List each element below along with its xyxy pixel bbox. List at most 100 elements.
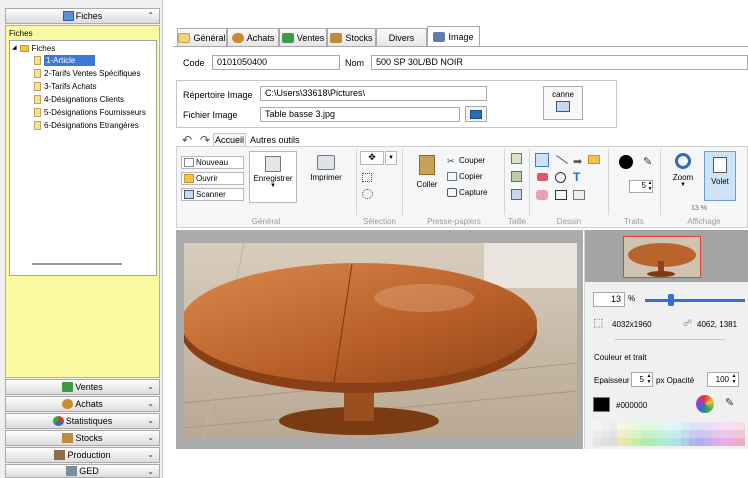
resize-icon[interactable]	[511, 153, 522, 164]
image-preview[interactable]	[184, 243, 577, 438]
palette-swatch[interactable]	[713, 430, 721, 438]
palette-swatch[interactable]	[697, 422, 705, 430]
rectangle-tool-icon[interactable]	[555, 190, 567, 200]
fill-tool-icon[interactable]	[536, 190, 548, 200]
tree-item-6[interactable]: 6-Désignations Etrangères	[34, 120, 139, 131]
palette-swatch[interactable]	[593, 422, 601, 430]
palette-swatch[interactable]	[673, 438, 681, 446]
palette-swatch[interactable]	[625, 422, 633, 430]
eraser-tool-icon[interactable]	[537, 173, 548, 181]
palette-swatch[interactable]	[689, 430, 697, 438]
imprimer-button[interactable]: Imprimer	[304, 151, 348, 195]
fiches-tree[interactable]: ◢ Fiches 1-Article 2-Tarifs Ventes Spéci…	[9, 40, 157, 276]
palette-swatch[interactable]	[737, 430, 745, 438]
palette-swatch[interactable]	[673, 422, 681, 430]
rotate-icon[interactable]	[511, 189, 522, 200]
color-palette[interactable]	[593, 422, 745, 446]
palette-swatch[interactable]	[593, 438, 601, 446]
palette-swatch[interactable]	[681, 430, 689, 438]
tree-item-5[interactable]: 5-Désignations Fournisseurs	[34, 107, 146, 118]
ouvrir-button[interactable]: Ouvrir	[181, 172, 244, 185]
palette-swatch[interactable]	[665, 430, 673, 438]
epaisseur-spinner[interactable]: ▲ ▼	[646, 373, 652, 386]
palette-swatch[interactable]	[601, 422, 609, 430]
palette-swatch[interactable]	[713, 438, 721, 446]
note-tool-icon[interactable]	[588, 155, 600, 164]
nouveau-button[interactable]: Nouveau	[181, 156, 244, 169]
tree-item-1[interactable]: 1-Article	[34, 55, 96, 66]
palette-swatch[interactable]	[649, 438, 657, 446]
palette-swatch[interactable]	[697, 430, 705, 438]
panel-divider[interactable]	[615, 339, 725, 340]
palette-swatch[interactable]	[721, 430, 729, 438]
tree-splitter[interactable]	[32, 263, 122, 265]
sidebar-item-ged[interactable]: GED ⌄	[5, 464, 160, 478]
sidebar-item-production[interactable]: Production ⌄	[5, 447, 160, 463]
ellipse-tool-icon[interactable]	[555, 172, 566, 183]
thumbnail-preview[interactable]	[623, 236, 701, 278]
sidebar-item-achats[interactable]: Achats ⌄	[5, 396, 160, 412]
copier-button[interactable]: Copier	[447, 172, 483, 181]
volet-button[interactable]: Volet	[704, 151, 736, 201]
code-field[interactable]: 0101050400	[212, 55, 340, 70]
ribbon-tab-autres-outils[interactable]: Autres outils	[250, 135, 300, 145]
palette-swatch[interactable]	[705, 430, 713, 438]
tab-divers[interactable]: Divers	[376, 28, 427, 46]
palette-swatch[interactable]	[641, 430, 649, 438]
eyedropper-icon[interactable]: ✎	[725, 396, 734, 409]
lasso-select-icon[interactable]	[362, 189, 373, 199]
arrow-tool-icon[interactable]: ➡	[573, 155, 582, 168]
palette-swatch[interactable]	[593, 430, 601, 438]
palette-swatch[interactable]	[665, 422, 673, 430]
expand-icon[interactable]: ◢	[12, 43, 17, 54]
undo-icon[interactable]: ↶	[182, 133, 192, 147]
palette-swatch[interactable]	[641, 422, 649, 430]
sidebar-item-ventes[interactable]: Ventes ⌄	[5, 379, 160, 395]
browse-button[interactable]	[465, 106, 487, 122]
palette-swatch[interactable]	[721, 438, 729, 446]
tree-item-2[interactable]: 2-Tarifs Ventes Spécifiques	[34, 68, 141, 79]
scanner-button[interactable]: canne	[543, 86, 583, 120]
tab-ventes[interactable]: Ventes	[279, 28, 327, 46]
pencil-tool-icon[interactable]	[535, 153, 549, 167]
palette-swatch[interactable]	[729, 422, 737, 430]
palette-swatch[interactable]	[705, 438, 713, 446]
sidebar-item-statistiques[interactable]: Statistiques ⌄	[5, 413, 160, 429]
palette-swatch[interactable]	[737, 438, 745, 446]
tree-item-3[interactable]: 3-Tarifs Achats	[34, 81, 96, 92]
palette-swatch[interactable]	[633, 422, 641, 430]
palette-swatch[interactable]	[697, 438, 705, 446]
redo-icon[interactable]: ↷	[200, 133, 210, 147]
zoom-button[interactable]: Zoom ▼	[667, 151, 699, 205]
select-tool-button[interactable]: ✥	[360, 151, 384, 165]
palette-swatch[interactable]	[641, 438, 649, 446]
tree-item-4[interactable]: 4-Désignations Clients	[34, 94, 124, 105]
brush-size-icon[interactable]	[619, 155, 633, 169]
palette-swatch[interactable]	[617, 438, 625, 446]
zoom-slider-track[interactable]	[645, 299, 745, 302]
palette-swatch[interactable]	[689, 438, 697, 446]
fiches-header-button[interactable]: Fiches ⌃	[5, 8, 160, 24]
image-insert-icon[interactable]	[573, 190, 585, 200]
line-width-spinner[interactable]: ▲ ▼	[647, 180, 653, 193]
nom-field[interactable]: 500 SP 30L/BD NOIR	[371, 55, 748, 70]
palette-swatch[interactable]	[729, 438, 737, 446]
tab-general[interactable]: Général	[177, 28, 227, 46]
palette-swatch[interactable]	[657, 422, 665, 430]
palette-swatch[interactable]	[609, 430, 617, 438]
palette-swatch[interactable]	[673, 430, 681, 438]
chevron-down-icon[interactable]: ⌄	[147, 433, 154, 442]
palette-swatch[interactable]	[665, 438, 673, 446]
palette-swatch[interactable]	[681, 422, 689, 430]
tree-root[interactable]: ◢ Fiches	[12, 43, 55, 54]
palette-swatch[interactable]	[657, 438, 665, 446]
palette-swatch[interactable]	[649, 422, 657, 430]
chevron-down-icon[interactable]: ⌄	[147, 467, 154, 476]
chevron-up-icon[interactable]: ⌃	[147, 11, 154, 20]
palette-swatch[interactable]	[609, 422, 617, 430]
tab-image[interactable]: Image	[427, 26, 480, 47]
ribbon-tab-accueil[interactable]: Accueil	[213, 133, 246, 147]
chevron-down-icon[interactable]: ⌄	[147, 450, 154, 459]
opacite-spinner[interactable]: ▲ ▼	[731, 373, 737, 386]
tab-stocks[interactable]: Stocks	[327, 28, 376, 46]
